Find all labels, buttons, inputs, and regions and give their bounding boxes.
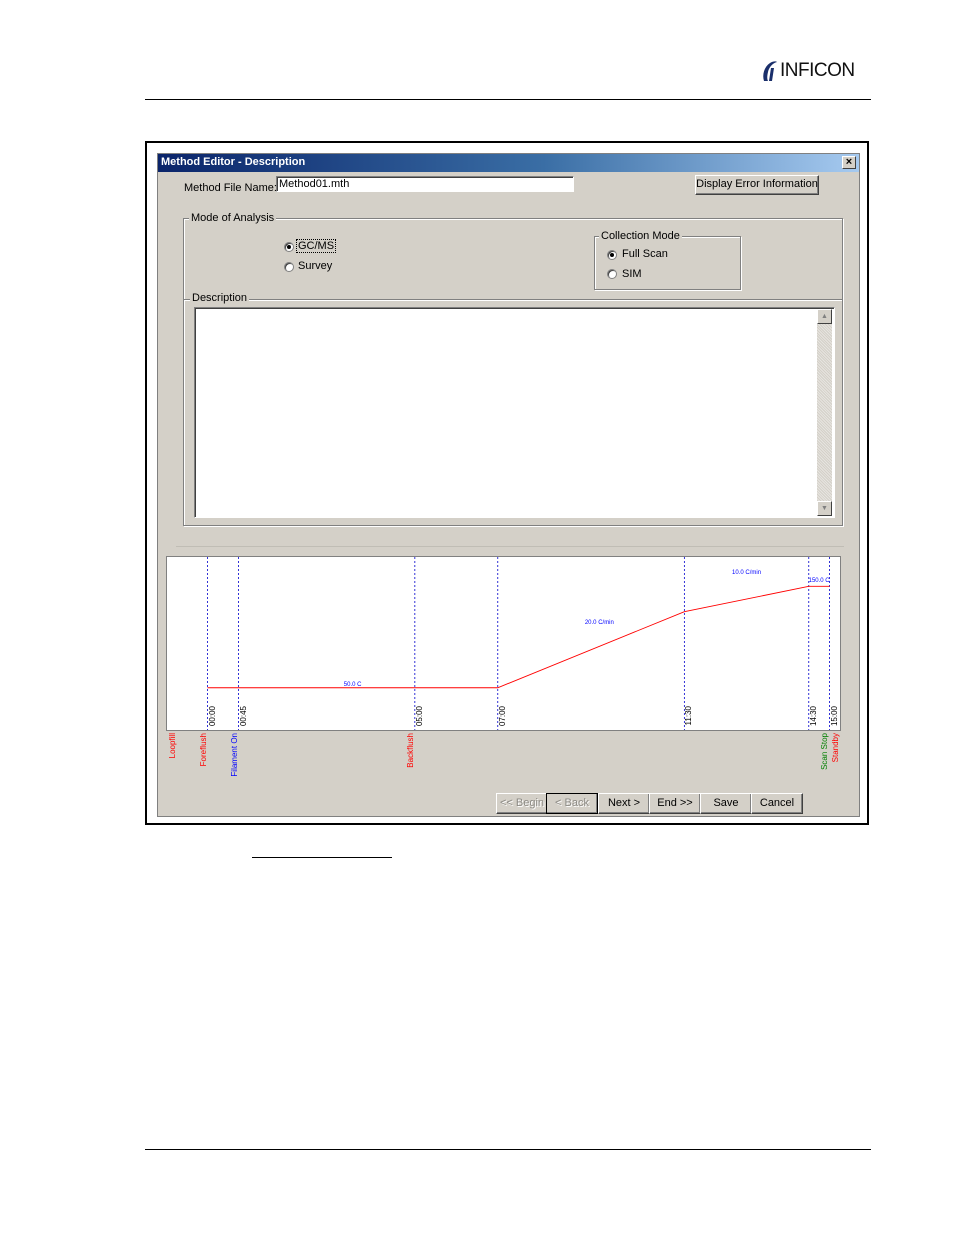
save-button-label: Save [713,797,739,809]
next-button-label: Next > [607,797,641,809]
file-name-value: Method01.mth [279,178,350,190]
survey-radio[interactable] [284,262,294,272]
display-error-label: Display Error Information [696,178,818,190]
full-scan-radio-label[interactable]: Full Scan [622,248,668,260]
brand-name: INFICON [780,60,855,81]
chart-separator [176,546,844,547]
event-label: Loopfill [168,733,177,759]
event-label: Foreflush [198,733,208,767]
back-button[interactable]: < Back [546,793,598,814]
scroll-down-icon[interactable]: ▼ [817,501,832,516]
inficon-logo-mark-icon [763,61,777,81]
description-scrollbar[interactable]: ▲ ▼ [817,309,832,516]
survey-radio-label[interactable]: Survey [298,260,332,272]
display-error-button[interactable]: Display Error Information [695,175,819,195]
caption-link[interactable] [252,842,392,858]
method-editor-dialog: Method Editor - Description × Method Fil… [157,153,860,817]
description-separator [184,299,842,300]
description-textarea[interactable]: ▲ ▼ [194,307,835,518]
event-label: Filament On [229,733,239,777]
gcms-radio[interactable] [284,242,294,252]
event-label: Standby [830,733,840,763]
time-marker-label: 14:30 [808,706,818,727]
event-label: Scan Stop [819,733,829,770]
event-label: Backflush [405,733,415,768]
close-button[interactable]: × [842,156,856,169]
collection-mode-group [594,236,741,290]
scroll-up-icon[interactable]: ▲ [817,309,832,324]
sim-radio-label[interactable]: SIM [622,268,642,280]
end-button[interactable]: End >> [649,793,701,814]
close-icon: × [845,156,853,168]
inficon-logo: INFICON [760,58,855,84]
time-marker-label: 00:00 [207,706,217,727]
back-button-label: < Back [555,797,589,809]
save-button[interactable]: Save [700,793,752,814]
full-scan-radio[interactable] [607,250,617,260]
title-bar[interactable]: Method Editor - Description × [158,154,859,172]
description-label: Description [190,292,250,304]
end-button-label: End >> [657,797,693,809]
time-marker-label: 00:45 [238,706,248,727]
footer-rule [145,1149,871,1150]
gcms-radio-label[interactable]: GC/MS [295,239,337,253]
file-name-input[interactable]: Method01.mth [276,176,574,192]
time-marker-label: 15:00 [829,706,839,727]
time-marker-label: 05:00 [414,706,424,727]
time-marker-label: 11:30 [684,706,694,726]
begin-button-label: << Begin [499,797,545,809]
mode-of-analysis-title: Mode of Analysis [189,212,277,224]
time-marker-label: 07:00 [497,706,507,727]
dialog-title: Method Editor - Description [161,156,306,168]
begin-button[interactable]: << Begin [496,793,548,814]
cancel-button-label: Cancel [759,797,795,809]
sim-radio[interactable] [607,269,617,279]
collection-mode-title: Collection Mode [599,230,682,242]
cancel-button[interactable]: Cancel [751,793,803,814]
next-button[interactable]: Next > [598,793,650,814]
file-name-label: Method File Name: [184,182,277,194]
chart-labels: 00:00 00:45 05:00 07:00 11:30 14:30 15:00 Loopf… [166,556,841,786]
header-rule [145,99,871,100]
